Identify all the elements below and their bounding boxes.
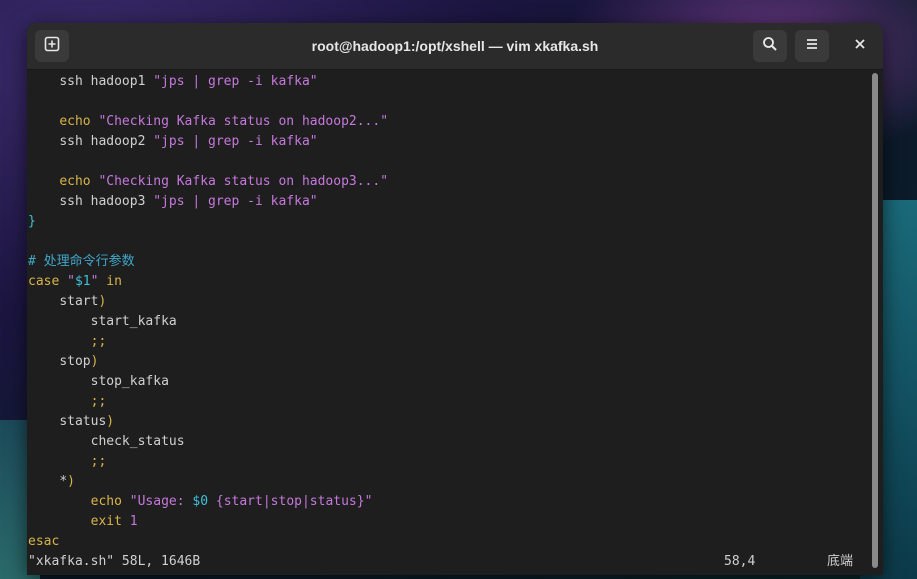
code-line: exit 1 — [90, 514, 138, 529]
close-icon — [854, 37, 866, 55]
hamburger-menu-icon — [805, 37, 819, 56]
code-line: echo "Usage: $0 {start|stop|status}" — [90, 494, 373, 509]
code-line: echo "Checking Kafka status on hadoop2..… — [59, 114, 389, 129]
code-line: ssh hadoop3 "jps | grep -i kafka" — [59, 194, 318, 209]
code-line: } — [28, 214, 36, 229]
code-line: esac — [28, 534, 60, 549]
code-line: ;; — [90, 394, 107, 409]
code-comment: # 处理命令行参数 — [28, 254, 135, 269]
code-line: ssh hadoop1 "jps | grep -i kafka" — [59, 74, 318, 89]
terminal-content[interactable]: ssh hadoop1 "jps | grep -i kafka" echo "… — [27, 70, 871, 575]
code-line: *) — [59, 474, 75, 489]
vim-scroll-indicator: 底端 — [827, 554, 854, 569]
title-bar: root@hadoop1:/opt/xshell — vim xkafka.sh — [27, 23, 883, 70]
code-line: ssh hadoop2 "jps | grep -i kafka" — [59, 134, 318, 149]
new-tab-icon — [44, 36, 60, 57]
code-line: status) — [59, 414, 115, 429]
code-line: ;; — [90, 454, 107, 469]
code-line: ;; — [90, 334, 107, 349]
vim-cursor-position: 58,4 — [724, 554, 756, 569]
terminal-window: root@hadoop1:/opt/xshell — vim xkafka.sh — [27, 23, 883, 575]
close-button[interactable] — [843, 30, 877, 62]
search-button[interactable] — [753, 30, 787, 62]
code-line: stop_kafka — [90, 374, 169, 389]
code-line: stop) — [59, 354, 99, 369]
new-tab-button[interactable] — [35, 30, 69, 62]
vim-status-file: "xkafka.sh" 58L, 1646B — [28, 554, 201, 569]
code-line: start_kafka — [90, 314, 177, 329]
code-line: check_status — [90, 434, 185, 449]
code-line: echo "Checking Kafka status on hadoop3..… — [59, 174, 389, 189]
scrollbar-thumb[interactable] — [872, 73, 878, 568]
search-icon — [762, 36, 778, 57]
code-line: start) — [59, 294, 107, 309]
menu-button[interactable] — [795, 30, 829, 62]
code-line: case "$1" in — [28, 274, 122, 289]
